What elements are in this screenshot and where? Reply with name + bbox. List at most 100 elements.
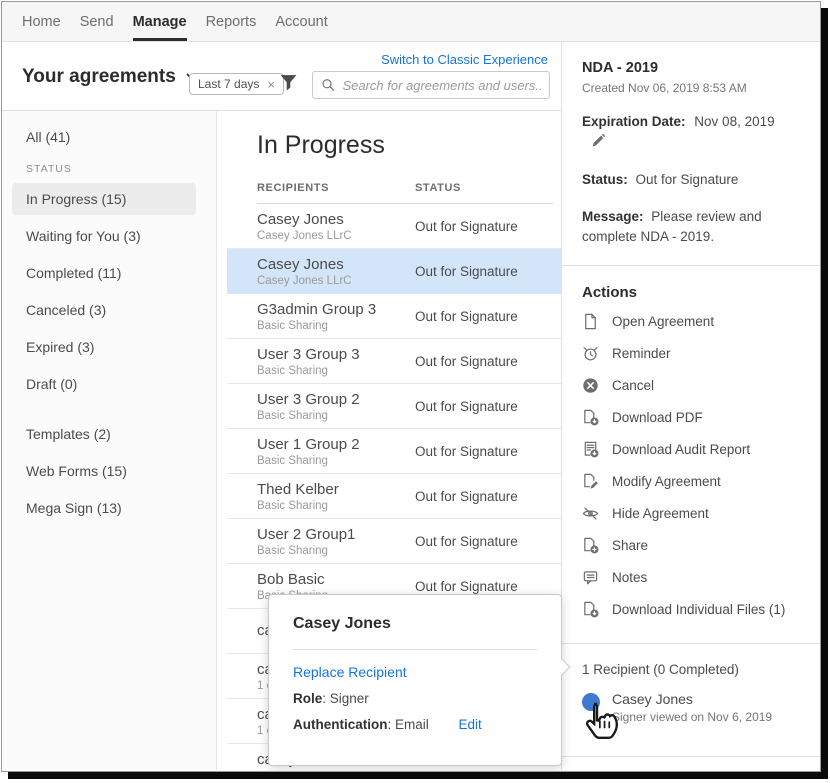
edit-pencil-icon[interactable] — [591, 133, 606, 148]
action-cancel[interactable]: Cancel — [582, 369, 800, 401]
authentication-value: : Email — [388, 717, 429, 732]
filter-funnel-icon[interactable] — [279, 73, 298, 92]
divider — [562, 265, 820, 266]
sidebar-item-templates[interactable]: Templates (2) — [12, 418, 196, 450]
switch-to-classic-link[interactable]: Switch to Classic Experience — [381, 52, 548, 67]
recipient-status: Signer viewed on Nov 6, 2019 — [612, 710, 772, 724]
recipient-name: Thed Kelber — [257, 481, 415, 498]
hand-cursor-icon — [578, 700, 622, 748]
recipient-name: User 3 Group 2 — [257, 391, 415, 408]
action-label: Download Audit Report — [612, 442, 750, 457]
action-hide-agreement[interactable]: Hide Agreement — [582, 497, 800, 529]
sidebar-item-completed[interactable]: Completed (11) — [12, 257, 196, 289]
expiration-value: Nov 08, 2019 — [694, 114, 774, 129]
popup-title: Casey Jones — [293, 615, 537, 633]
sidebar-item-mega-sign[interactable]: Mega Sign (13) — [12, 492, 196, 524]
search-box[interactable] — [312, 71, 550, 99]
action-label: Modify Agreement — [612, 474, 721, 489]
recipient-sub: Basic Sharing — [257, 545, 415, 557]
agreement-created: Created Nov 06, 2019 8:53 AM — [582, 81, 800, 95]
table-row[interactable]: User 2 Group1Basic Sharing Out for Signa… — [227, 519, 561, 564]
nav-reports[interactable]: Reports — [206, 2, 257, 41]
row-status: Out for Signature — [415, 444, 553, 459]
row-status: Out for Signature — [415, 264, 553, 279]
edit-authentication-link[interactable]: Edit — [459, 717, 482, 732]
recipient-sub: Basic Sharing — [257, 320, 415, 332]
sidebar-item-draft[interactable]: Draft (0) — [12, 368, 196, 400]
nav-send[interactable]: Send — [80, 2, 114, 41]
sidebar-item-web-forms[interactable]: Web Forms (15) — [12, 455, 196, 487]
sidebar-item-expired[interactable]: Expired (3) — [12, 331, 196, 363]
recipient-row[interactable]: Casey Jones Signer viewed on Nov 6, 2019 — [582, 691, 800, 750]
action-label: Download PDF — [612, 410, 703, 425]
table-row[interactable]: Thed KelberBasic Sharing Out for Signatu… — [227, 474, 561, 519]
row-status: Out for Signature — [415, 579, 553, 594]
replace-recipient-link[interactable]: Replace Recipient — [293, 664, 537, 680]
recipient-sub: Basic Sharing — [257, 410, 415, 422]
message-label: Message: — [582, 209, 644, 224]
action-modify-agreement[interactable]: Modify Agreement — [582, 465, 800, 497]
popup-auth-line: Authentication: Email Edit — [293, 717, 537, 732]
chip-label: Last 7 days — [198, 77, 259, 91]
recipient-name: G3admin Group 3 — [257, 301, 415, 318]
role-label: Role — [293, 691, 322, 706]
recipient-sub: Basic Sharing — [257, 455, 415, 467]
action-download-pdf[interactable]: Download PDF — [582, 401, 800, 433]
authentication-label: Authentication — [293, 717, 388, 732]
your-agreements-dropdown[interactable]: Your agreements — [22, 66, 200, 88]
action-download-individual-files[interactable]: Download Individual Files (1) — [582, 593, 800, 625]
table-row[interactable]: G3admin Group 3Basic Sharing Out for Sig… — [227, 294, 561, 339]
popup-divider — [293, 649, 537, 650]
divider — [562, 643, 820, 644]
table-row-selected[interactable]: Casey JonesCasey Jones LLrC Out for Sign… — [227, 249, 561, 294]
column-recipients: RECIPIENTS — [257, 182, 415, 194]
nav-account[interactable]: Account — [275, 2, 327, 41]
table-row[interactable]: User 3 Group 3Basic Sharing Out for Sign… — [227, 339, 561, 384]
search-input[interactable] — [342, 78, 541, 93]
download-individual-files-icon — [582, 601, 599, 618]
row-status: Out for Signature — [415, 534, 553, 549]
filter-chip-last-7-days[interactable]: Last 7 days × — [189, 73, 284, 95]
app-window: Home Send Manage Reports Account Your ag… — [1, 1, 821, 772]
row-status: Out for Signature — [415, 489, 553, 504]
agreements-header: Your agreements Last 7 days × Switch to … — [2, 42, 561, 111]
action-download-audit-report[interactable]: Download Audit Report — [582, 433, 800, 465]
nav-home[interactable]: Home — [22, 2, 61, 41]
recipient-name: User 3 Group 3 — [257, 346, 415, 363]
action-label: Open Agreement — [612, 314, 714, 329]
recipient-sub: Casey Jones LLrC — [257, 230, 415, 242]
hide-agreement-icon — [582, 505, 599, 522]
status-label: Status: — [582, 172, 628, 187]
download-audit-report-icon — [582, 441, 599, 458]
cancel-icon — [582, 377, 599, 394]
recipient-name: Casey Jones — [612, 691, 772, 707]
sidebar-item-canceled[interactable]: Canceled (3) — [12, 294, 196, 326]
action-notes[interactable]: Notes — [582, 561, 800, 593]
sidebar-item-all[interactable]: All (41) — [12, 121, 196, 153]
expiration-field: Expiration Date: Nov 08, 2019 — [582, 112, 800, 153]
sidebar-item-in-progress[interactable]: In Progress (15) — [12, 183, 196, 215]
action-open-agreement[interactable]: Open Agreement — [582, 305, 800, 337]
table-row[interactable]: User 1 Group 2Basic Sharing Out for Sign… — [227, 429, 561, 474]
table-row[interactable]: User 3 Group 2Basic Sharing Out for Sign… — [227, 384, 561, 429]
action-label: Hide Agreement — [612, 506, 709, 521]
role-value: : Signer — [322, 691, 369, 706]
divider — [562, 756, 820, 757]
row-status: Out for Signature — [415, 354, 553, 369]
status-value: Out for Signature — [636, 172, 739, 187]
recipient-name: Bob Basic — [257, 571, 415, 588]
reminder-clock-icon — [582, 345, 599, 362]
action-label: Cancel — [612, 378, 654, 393]
action-reminder[interactable]: Reminder — [582, 337, 800, 369]
message-field: Message: Please review and complete NDA … — [582, 207, 800, 248]
action-label: Notes — [612, 570, 647, 585]
agreement-detail-panel: NDA - 2019 Created Nov 06, 2019 8:53 AM … — [562, 42, 820, 770]
action-share[interactable]: Share — [582, 529, 800, 561]
row-status: Out for Signature — [415, 219, 553, 234]
table-row[interactable]: Casey JonesCasey Jones LLrC Out for Sign… — [227, 204, 561, 249]
sidebar-item-waiting-for-you[interactable]: Waiting for You (3) — [12, 220, 196, 252]
chip-close-icon[interactable]: × — [267, 78, 275, 91]
list-title: In Progress — [257, 131, 561, 160]
nav-manage[interactable]: Manage — [133, 2, 187, 41]
agreement-title: NDA - 2019 — [582, 60, 800, 76]
